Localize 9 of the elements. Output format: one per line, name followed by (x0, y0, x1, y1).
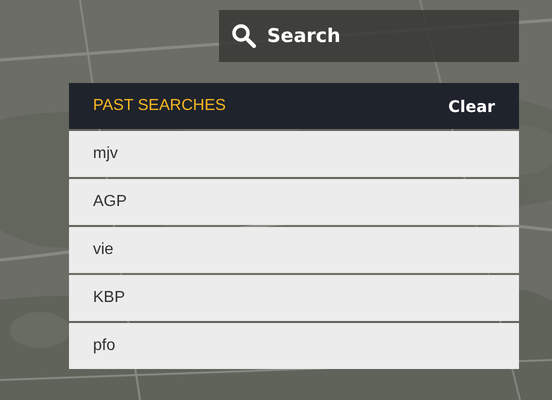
past-searches-title: PAST SEARCHES (93, 97, 226, 115)
search-icon (231, 23, 257, 49)
past-search-item[interactable]: mjv (69, 131, 519, 177)
past-search-item[interactable]: vie (69, 227, 519, 273)
search-field[interactable]: Search (219, 10, 519, 62)
past-search-item[interactable]: KBP (69, 275, 519, 321)
past-search-item[interactable]: AGP (69, 179, 519, 225)
past-search-item[interactable]: pfo (69, 323, 519, 369)
clear-button[interactable]: Clear (448, 96, 495, 116)
